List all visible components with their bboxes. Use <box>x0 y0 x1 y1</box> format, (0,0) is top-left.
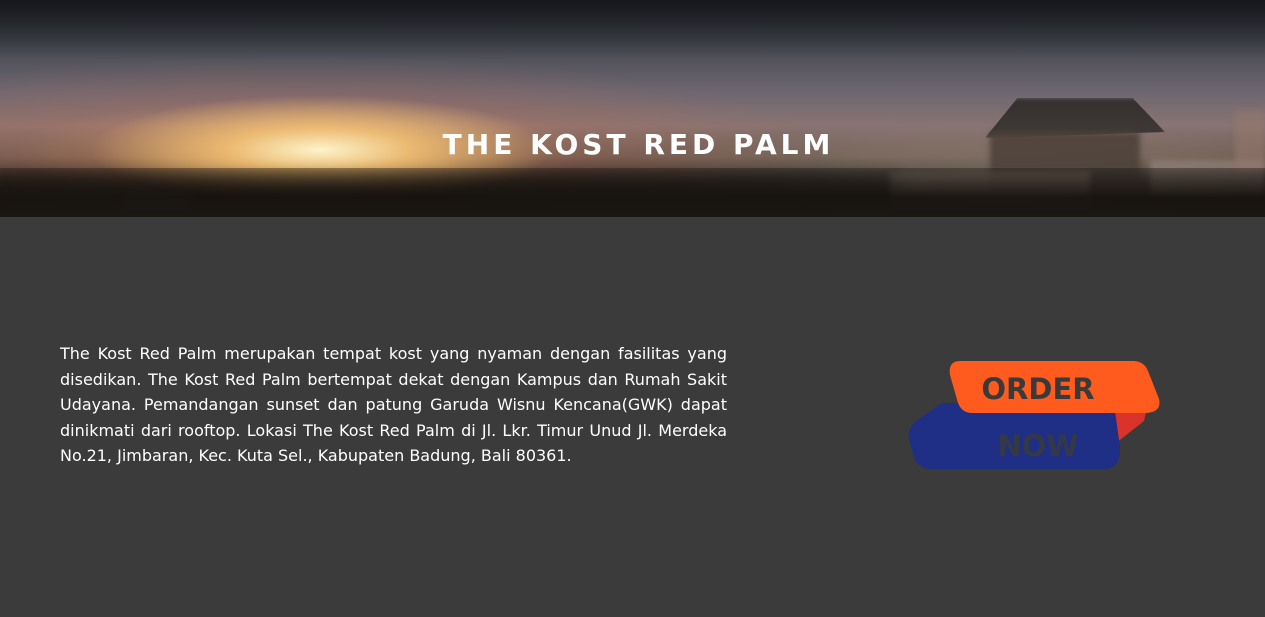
now-label: NOW <box>998 429 1079 463</box>
hero-sky-shade <box>0 0 1265 60</box>
hero-ground-shade <box>0 168 1265 217</box>
page-title: THE KOST RED PALM <box>442 128 835 161</box>
order-label: ORDER <box>981 372 1094 406</box>
about-description: The Kost Red Palm merupakan tempat kost … <box>60 344 727 465</box>
order-now-button[interactable]: ORDER NOW <box>908 359 1163 475</box>
main-content: The Kost Red Palm merupakan tempat kost … <box>0 217 1265 617</box>
order-now-graphic: ORDER NOW <box>908 361 1160 469</box>
hero-banner: THE KOST RED PALM <box>0 0 1265 217</box>
